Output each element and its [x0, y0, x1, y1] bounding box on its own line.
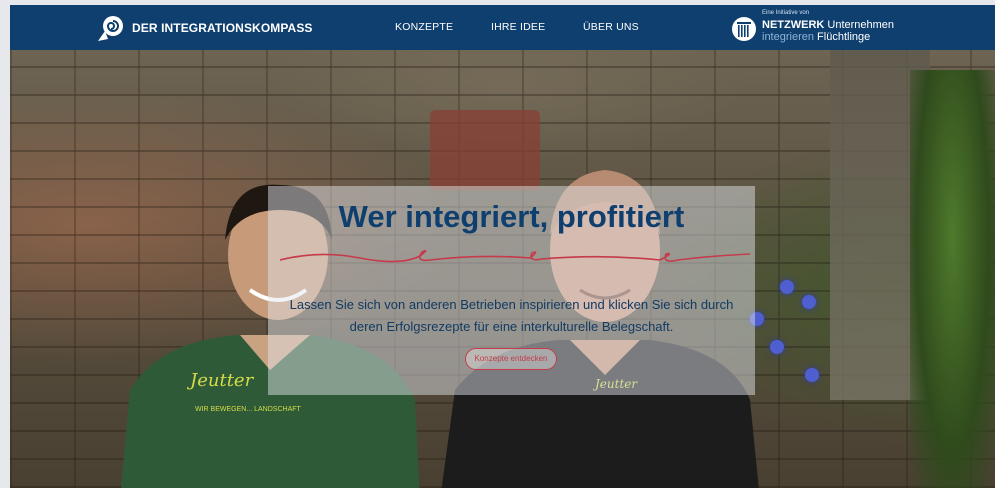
compass-swirl-icon[interactable] — [96, 13, 126, 43]
site-header: DER INTEGRATIONSKOMPASS KONZEPTE IHRE ID… — [10, 5, 995, 50]
nav-item-ihre-idee[interactable]: IHRE IDEE — [491, 21, 545, 33]
squiggle-divider — [280, 249, 750, 263]
nav-item-konzepte[interactable]: KONZEPTE — [395, 21, 453, 33]
hero-image: Jeutter WIR BEWEGEN... LANDSCHAFT Jeutte… — [10, 50, 995, 488]
flower-decoration — [780, 280, 794, 294]
partner-name-line1: NETZWERK Unternehmen — [762, 19, 894, 31]
partner-name-rest: Unternehmen — [827, 19, 895, 31]
browser-viewport: DER INTEGRATIONSKOMPASS KONZEPTE IHRE ID… — [10, 5, 995, 488]
discover-concepts-button[interactable]: Konzepte entdecken — [465, 348, 557, 370]
brand-name[interactable]: DER INTEGRATIONSKOMPASS — [132, 21, 313, 35]
nav-item-ueber-uns[interactable]: ÜBER UNS — [583, 21, 639, 33]
shirt-tagline-left: WIR BEWEGEN... LANDSCHAFT — [195, 406, 301, 413]
hero-overlay-card: Wer integriert, profitiert Lassen Sie si… — [268, 186, 755, 395]
shirt-logo-left: Jeutter — [190, 370, 254, 391]
flower-decoration — [770, 340, 784, 354]
hero-description: Lassen Sie sich von anderen Betrieben in… — [289, 297, 734, 334]
partner-kicker: Eine Initiative von — [762, 10, 810, 16]
partner-name-line2: integrieren Flüchtlinge — [762, 31, 870, 43]
building-columns-icon — [732, 17, 756, 41]
partner-name-bold: NETZWERK — [762, 19, 825, 31]
partner-name-rest2: Flüchtlinge — [817, 31, 871, 43]
hero-headline: Wer integriert, profitiert — [338, 199, 685, 234]
flower-decoration — [805, 368, 819, 382]
partner-name-light: integrieren — [762, 31, 814, 43]
flower-decoration — [802, 295, 816, 309]
greenery — [910, 70, 995, 488]
